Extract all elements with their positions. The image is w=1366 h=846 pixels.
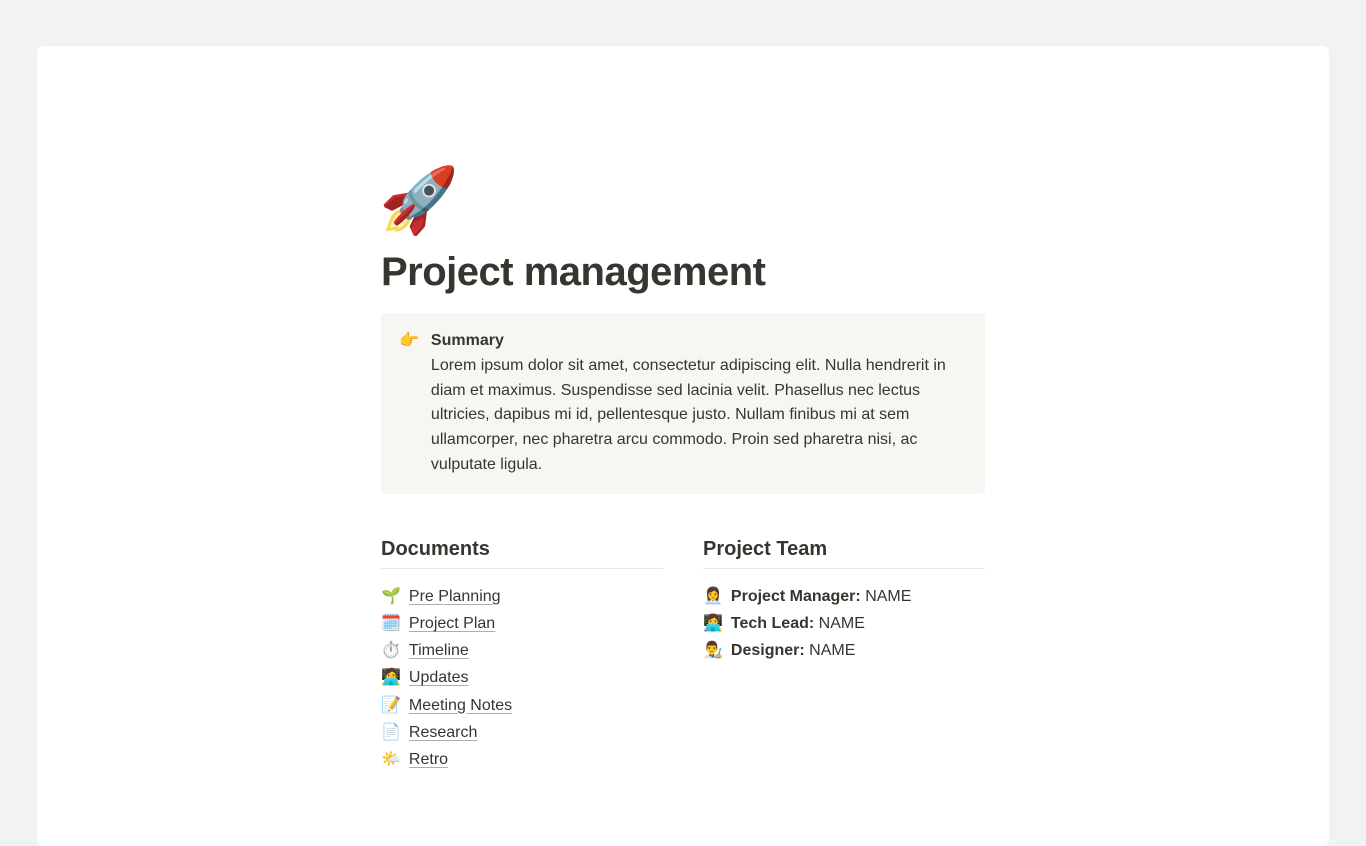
team-heading: Project Team	[703, 538, 985, 569]
stopwatch-icon: ⏱️	[381, 637, 401, 664]
callout-body: Summary Lorem ipsum dolor sit amet, cons…	[431, 329, 967, 478]
seedling-icon: 🌱	[381, 583, 401, 610]
technologist-icon: 🧑‍💻	[381, 664, 401, 691]
memo-icon: 📝	[381, 692, 401, 719]
document-link[interactable]: Retro	[409, 746, 448, 773]
team-text: Project Manager: NAME	[731, 583, 912, 610]
document-item-pre-planning[interactable]: 🌱 Pre Planning	[381, 583, 663, 610]
page-icon[interactable]: 🚀	[379, 168, 985, 232]
team-item-project-manager: 👩‍💼 Project Manager: NAME	[703, 583, 985, 610]
document-link[interactable]: Pre Planning	[409, 583, 501, 610]
pointing-right-icon: 👉	[399, 329, 419, 478]
team-name: NAME	[865, 588, 911, 605]
document-link[interactable]: Meeting Notes	[409, 692, 512, 719]
team-role: Designer:	[731, 642, 805, 659]
team-column: Project Team 👩‍💼 Project Manager: NAME 👩…	[703, 538, 985, 773]
document-item-meeting-notes[interactable]: 📝 Meeting Notes	[381, 692, 663, 719]
page-container: 🚀 Project management 👉 Summary Lorem ips…	[37, 46, 1329, 846]
document-item-timeline[interactable]: ⏱️ Timeline	[381, 637, 663, 664]
callout-title: Summary	[431, 329, 967, 354]
columns: Documents 🌱 Pre Planning 🗓️ Project Plan…	[381, 538, 985, 773]
document-link[interactable]: Project Plan	[409, 610, 495, 637]
team-name: NAME	[819, 615, 865, 632]
calendar-icon: 🗓️	[381, 610, 401, 637]
document-item-project-plan[interactable]: 🗓️ Project Plan	[381, 610, 663, 637]
documents-list: 🌱 Pre Planning 🗓️ Project Plan ⏱️ Timeli…	[381, 583, 663, 773]
document-link[interactable]: Updates	[409, 664, 469, 691]
team-role: Tech Lead:	[731, 615, 814, 632]
team-text: Tech Lead: NAME	[731, 610, 865, 637]
summary-callout: 👉 Summary Lorem ipsum dolor sit amet, co…	[381, 313, 985, 494]
page-content: 🚀 Project management 👉 Summary Lorem ips…	[381, 168, 985, 773]
sun-cloud-icon: 🌤️	[381, 746, 401, 773]
document-item-updates[interactable]: 🧑‍💻 Updates	[381, 664, 663, 691]
documents-heading: Documents	[381, 538, 663, 569]
team-item-designer: 👨‍🎨 Designer: NAME	[703, 637, 985, 664]
team-name: NAME	[809, 642, 855, 659]
team-list: 👩‍💼 Project Manager: NAME 👩‍💻 Tech Lead:…	[703, 583, 985, 665]
team-role: Project Manager:	[731, 588, 861, 605]
document-item-retro[interactable]: 🌤️ Retro	[381, 746, 663, 773]
document-link[interactable]: Timeline	[409, 637, 469, 664]
woman-technologist-icon: 👩‍💻	[703, 610, 723, 637]
documents-column: Documents 🌱 Pre Planning 🗓️ Project Plan…	[381, 538, 663, 773]
woman-office-worker-icon: 👩‍💼	[703, 583, 723, 610]
callout-text: Lorem ipsum dolor sit amet, consectetur …	[431, 354, 967, 478]
team-text: Designer: NAME	[731, 637, 855, 664]
page-title[interactable]: Project management	[381, 250, 985, 295]
man-artist-icon: 👨‍🎨	[703, 637, 723, 664]
team-item-tech-lead: 👩‍💻 Tech Lead: NAME	[703, 610, 985, 637]
